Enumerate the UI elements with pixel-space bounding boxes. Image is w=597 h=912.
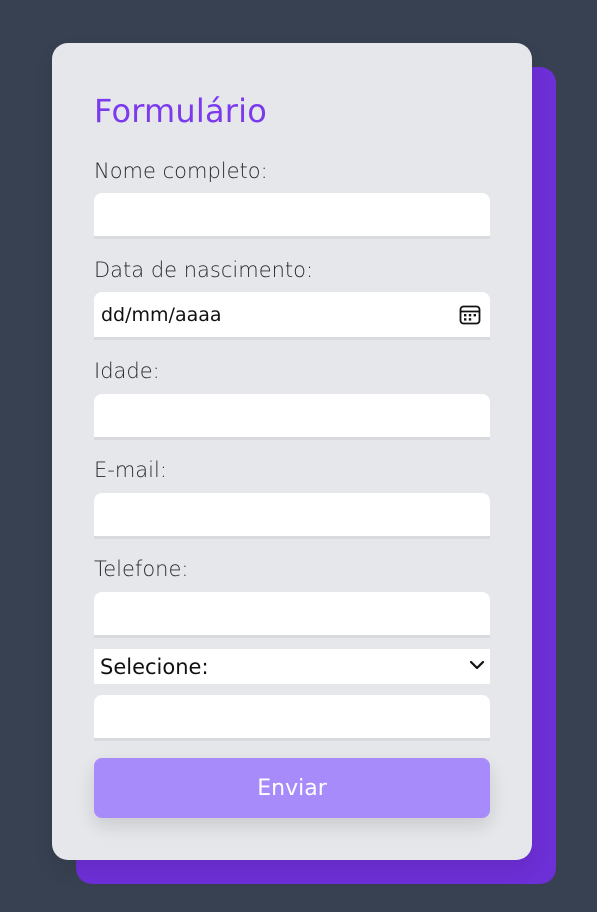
extra-input[interactable] bbox=[94, 695, 490, 741]
birthdate-input[interactable]: dd/mm/aaaa bbox=[94, 292, 490, 340]
age-label: Idade: bbox=[94, 359, 160, 383]
phone-input[interactable] bbox=[94, 592, 490, 638]
name-label: Nome completo: bbox=[94, 159, 268, 183]
calendar-icon[interactable] bbox=[458, 303, 482, 327]
email-label: E-mail: bbox=[94, 458, 167, 482]
name-input[interactable] bbox=[94, 193, 490, 239]
chevron-down-icon[interactable] bbox=[468, 656, 486, 678]
submit-button[interactable]: Enviar bbox=[94, 758, 490, 818]
email-input[interactable] bbox=[94, 493, 490, 539]
birthdate-label: Data de nascimento: bbox=[94, 258, 314, 282]
age-input[interactable] bbox=[94, 394, 490, 440]
phone-label: Telefone: bbox=[94, 557, 189, 581]
birthdate-placeholder: dd/mm/aaaa bbox=[101, 303, 222, 326]
category-select[interactable]: Selecione: bbox=[94, 649, 490, 684]
select-value: Selecione: bbox=[100, 654, 209, 679]
form-title: Formulário bbox=[94, 92, 268, 130]
form-card: Formulário Nome completo: Data de nascim… bbox=[52, 43, 532, 860]
page-background: Formulário Nome completo: Data de nascim… bbox=[0, 0, 597, 912]
